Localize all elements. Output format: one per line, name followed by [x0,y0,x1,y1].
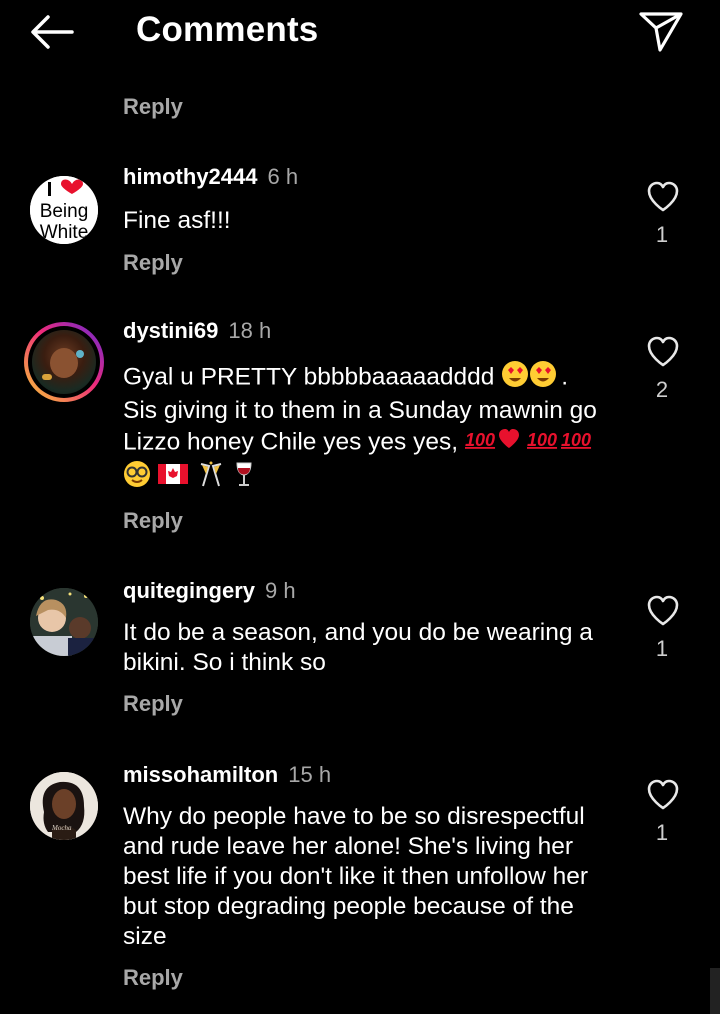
like-button[interactable] [646,594,680,628]
top-bar: Comments [0,0,720,64]
comment-line: Gyal u PRETTY bbbbbaaaaadddd . [123,360,633,396]
paper-plane-icon [639,12,683,52]
avatar-image [30,588,98,656]
svg-text:100: 100 [527,430,557,450]
svg-text:100: 100 [465,430,495,450]
avatar[interactable]: Mocha [30,772,98,840]
nerd-face-emoji [123,460,151,496]
timestamp: 18 h [228,318,272,343]
back-button[interactable] [28,12,78,52]
avatar[interactable] [30,588,98,656]
comment-line: bikini. So i think so [123,649,326,676]
heart-outline-icon [647,779,679,810]
heart-outline-icon [647,595,679,626]
comment-text: It do be a season, and you do be wearing… [123,618,623,678]
comment-line: Sis giving it to them in a Sunday mawnin… [123,397,597,424]
timestamp: 15 h [288,762,332,787]
avatar-image: Mocha [30,772,98,840]
emoji-row-hundred-heart: 100 100 100 [465,426,595,460]
heart-outline-icon [647,181,679,212]
heart-outline-icon [647,336,679,367]
scrollbar[interactable] [710,968,720,1014]
comment-line: Lizzo honey Chile yes yes yes, 100 100 100 [123,426,633,460]
comment-meta: quitegingery 9 h [123,578,296,604]
comment-line: size [123,923,167,950]
comment-item: quitegingery 9 h It do be a season, and y… [0,578,720,728]
avatar-text-white: White [40,222,89,243]
username[interactable]: dystini69 [123,318,218,343]
comment-line: Why do people have to be so disrespectfu… [123,803,585,830]
reply-button[interactable]: Reply [123,691,183,717]
like-count: 1 [655,222,669,247]
like-count: 2 [655,377,669,402]
comment-item: dystini69 18 h Gyal u PRETTY bbbbbaaaaadd… [0,318,720,538]
reply-button[interactable]: Reply [123,94,183,120]
page-title: Comments [136,10,319,49]
like-button[interactable] [646,778,680,812]
svg-text:100: 100 [561,430,591,450]
username[interactable]: himothy2444 [123,164,258,189]
emoji-row [123,460,633,492]
avatar-image: Being White [30,176,98,244]
comment-text: Why do people have to be so disrespectfu… [123,802,623,952]
like-button[interactable] [646,180,680,214]
reply-button[interactable]: Reply [123,508,183,534]
comment-line-text: Lizzo honey Chile yes yes yes, [123,428,458,456]
comment-line: and rude leave her alone! She's living h… [123,833,574,860]
reply-button[interactable]: Reply [123,965,183,991]
comment-line: It do be a season, and you do be wearing… [123,619,593,646]
comment-meta: himothy2444 6 h [123,164,298,190]
comment-line-text: Gyal u PRETTY bbbbbaaaaadddd [123,363,495,391]
avatar[interactable]: Being White [30,176,98,244]
comment-item: Mocha missohamilton 15 h Why do people ha… [0,762,720,1002]
heart-eyes-emoji [501,360,561,396]
avatar-story-ring[interactable] [24,322,104,402]
clinking-glasses-emoji [195,460,227,496]
username[interactable]: quitegingery [123,578,255,603]
arrow-left-icon [31,15,74,49]
comment-item: Being White himothy2444 6 h Fine asf!!! 1… [0,164,720,284]
canada-flag-emoji [157,462,188,494]
like-count: 1 [655,820,669,845]
timestamp: 9 h [265,578,296,603]
timestamp: 6 h [267,164,299,189]
avatar-signature: Mocha [51,824,72,832]
comment-text: Fine asf!!! [123,207,231,234]
username[interactable]: missohamilton [123,762,278,787]
wine-glass-emoji [233,460,255,496]
like-count: 1 [655,636,669,661]
avatar [32,330,96,394]
avatar-text-being: Being [40,201,89,222]
comment-line: best life if you don't like it then unfo… [123,863,588,890]
like-button[interactable] [646,335,680,369]
share-button[interactable] [636,8,686,54]
comment-meta: dystini69 18 h [123,318,271,344]
reply-button[interactable]: Reply [123,250,183,276]
comment-text: Gyal u PRETTY bbbbbaaaaadddd . Sis givin… [123,360,633,492]
comment-meta: missohamilton 15 h [123,762,331,788]
comment-line: but stop degrading people because of the [123,893,574,920]
